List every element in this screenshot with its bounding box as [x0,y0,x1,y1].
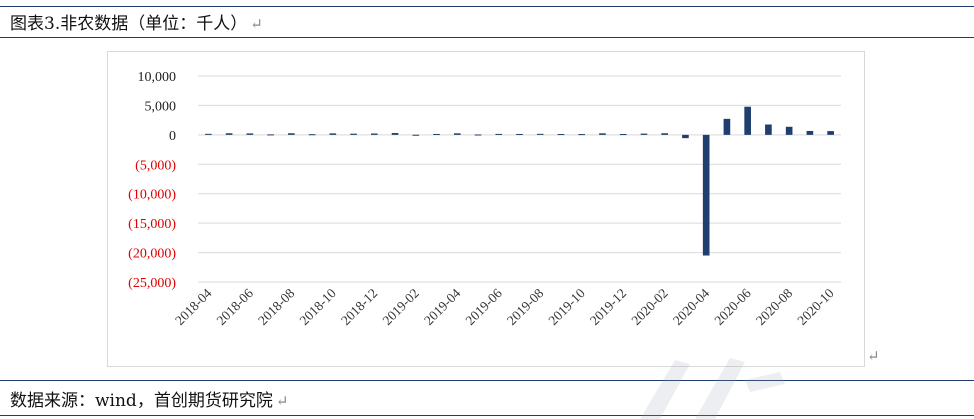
x-tick-label: 2019-10 [545,285,588,328]
bar [578,134,586,136]
bar [474,134,482,136]
bar [682,134,689,139]
x-tick-label: 2019-02 [379,286,421,328]
bar-chart: 10,000 5,000 0 (5,000) (10,000) (15,000) (20,0… [128,70,841,328]
y-tick-label: (5,000) [135,158,176,173]
bar [308,134,316,136]
y-tick-label: (25,000) [128,276,176,291]
x-tick-label: 2020-02 [628,286,670,328]
source-note-text: 数据来源：wind，首创期货研究院 [10,391,273,411]
top-rule [0,6,974,7]
x-tick-label: 2019-04 [421,285,464,328]
x-tick-label: 2019-08 [504,285,547,328]
bottom-rule [0,415,974,416]
paragraph-return-mark: ↵ [250,15,263,33]
bar [661,133,669,135]
bar [806,130,814,135]
bar [246,133,254,135]
title-underline-rule [0,37,974,38]
bar [599,133,606,135]
bar [619,134,627,136]
y-tick-label: 5,000 [145,99,177,114]
x-tick-label: 2018-04 [172,285,215,328]
bar [785,126,793,135]
bar [827,131,834,135]
bar [723,118,731,135]
bar [744,106,751,135]
y-tick-label: (10,000) [128,188,176,203]
bar [329,133,337,135]
bar [765,124,772,135]
x-tick-label: 2019-06 [462,285,505,328]
bar [557,134,565,136]
bar [370,133,378,135]
figure-title: 图表3.非农数据（单位：千人） ↵ [10,9,263,34]
bar [412,134,420,136]
bar [433,133,440,135]
x-tick-label: 2018-10 [297,285,340,328]
bar [288,133,295,135]
x-tick-label: 2019-12 [587,286,629,328]
x-tick-label: 2020-06 [711,285,754,328]
y-tick-label: 10,000 [138,70,177,85]
bar [516,133,523,135]
x-tick-label: 2018-08 [255,285,298,328]
y-tick-label: (20,000) [128,247,176,262]
bar [391,133,399,135]
bar [267,134,274,136]
bar [536,133,544,135]
watermark-logo [640,358,785,419]
x-tick-label: 2020-10 [794,285,837,328]
figure-title-text: 图表3.非农数据（单位：千人） [10,14,248,34]
y-tick-label: 0 [169,129,176,144]
source-note: 数据来源：wind，首创期货研究院 ↵ [10,386,288,411]
paragraph-return-mark: ↵ [275,392,289,410]
bar [225,133,233,135]
x-tick-label: 2018-06 [214,285,257,328]
bar [702,134,710,256]
bar [640,133,648,135]
bar [495,133,503,135]
source-bar: 数据来源：wind，首创期货研究院 ↵ [0,380,974,416]
chart-return-mark: ↵ [867,347,880,365]
x-tick-label: 2018-12 [338,286,380,328]
x-tick-label: 2020-08 [753,285,796,328]
bar [205,133,212,135]
y-tick-label: (15,000) [128,217,176,232]
bar [350,133,357,135]
bar [453,133,461,135]
chart-area: 10,000 5,000 0 (5,000) (10,000) (15,000) (20,0… [107,51,865,367]
x-tick-label: 2020-04 [670,285,713,328]
